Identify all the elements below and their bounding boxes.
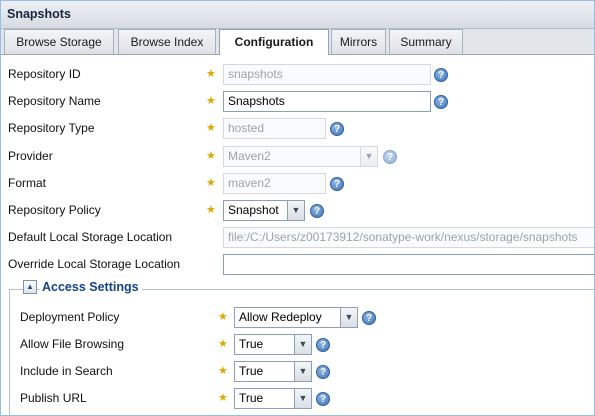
provider-label: Provider (8, 149, 53, 163)
help-icon[interactable]: ? (330, 122, 344, 136)
default-storage-field: file:/C:/Users/z00173912/sonatype-work/n… (223, 227, 594, 248)
publish-url-select[interactable]: True ▼ (234, 388, 312, 409)
repository-name-input[interactable]: Snapshots (223, 91, 431, 112)
chevron-down-icon[interactable]: ▼ (295, 334, 312, 355)
panel-header: Snapshots (1, 1, 594, 29)
chevron-down-icon[interactable]: ▼ (295, 388, 312, 409)
required-star-icon: ★ (218, 392, 228, 404)
chevron-down-icon: ▼ (361, 146, 378, 167)
required-star-icon: ★ (218, 338, 228, 350)
help-icon[interactable]: ? (383, 150, 397, 164)
configuration-form: Repository ID ★ snapshots ? Repository N… (1, 56, 594, 415)
repository-type-field: hosted (223, 118, 326, 139)
tab-configuration[interactable]: Configuration (219, 29, 329, 55)
repository-policy-select[interactable]: Snapshot ▼ (223, 200, 305, 221)
repository-policy-label: Repository Policy (8, 203, 101, 217)
chevron-down-icon[interactable]: ▼ (288, 200, 305, 221)
required-star-icon: ★ (206, 177, 216, 189)
deployment-policy-select[interactable]: Allow Redeploy ▼ (234, 307, 358, 328)
help-icon[interactable]: ? (330, 177, 344, 191)
override-storage-label: Override Local Storage Location (8, 257, 181, 271)
include-in-search-value: True (234, 361, 295, 382)
help-icon[interactable]: ? (362, 311, 376, 325)
publish-url-value: True (234, 388, 295, 409)
provider-select: Maven2 ▼ (223, 146, 378, 167)
help-icon[interactable]: ? (316, 338, 330, 352)
tab-browse-index[interactable]: Browse Index (118, 29, 216, 54)
required-star-icon: ★ (218, 365, 228, 377)
chevron-down-icon[interactable]: ▼ (341, 307, 358, 328)
allow-file-browsing-label: Allow File Browsing (20, 337, 125, 351)
tab-summary[interactable]: Summary (389, 29, 463, 54)
access-settings-legend[interactable]: Access Settings (40, 280, 142, 294)
format-field: maven2 (223, 173, 326, 194)
help-icon[interactable]: ? (316, 392, 330, 406)
panel-title: Snapshots (7, 7, 71, 21)
required-star-icon: ★ (206, 122, 216, 134)
deployment-policy-value: Allow Redeploy (234, 307, 341, 328)
include-in-search-select[interactable]: True ▼ (234, 361, 312, 382)
repository-id-field: snapshots (223, 64, 431, 85)
required-star-icon: ★ (206, 95, 216, 107)
help-icon[interactable]: ? (434, 95, 448, 109)
allow-file-browsing-select[interactable]: True ▼ (234, 334, 312, 355)
provider-value: Maven2 (223, 146, 361, 167)
repository-name-label: Repository Name (8, 94, 101, 108)
required-star-icon: ★ (206, 150, 216, 162)
help-icon[interactable]: ? (434, 68, 448, 82)
help-icon[interactable]: ? (316, 365, 330, 379)
tab-strip: Browse Storage Browse Index Configuratio… (1, 29, 594, 55)
default-storage-label: Default Local Storage Location (8, 230, 173, 244)
required-star-icon: ★ (206, 68, 216, 80)
required-star-icon: ★ (218, 311, 228, 323)
include-in-search-label: Include in Search (20, 364, 113, 378)
repository-type-label: Repository Type (8, 121, 95, 135)
deployment-policy-label: Deployment Policy (20, 310, 120, 324)
repository-window: Snapshots Browse Storage Browse Index Co… (0, 0, 595, 416)
publish-url-label: Publish URL (20, 391, 87, 405)
required-star-icon: ★ (206, 204, 216, 216)
format-label: Format (8, 176, 47, 190)
allow-file-browsing-value: True (234, 334, 295, 355)
repository-id-label: Repository ID (8, 67, 81, 81)
help-icon[interactable]: ? (310, 204, 324, 218)
tab-mirrors[interactable]: Mirrors (331, 29, 386, 54)
override-storage-input[interactable] (223, 254, 594, 275)
tab-browse-storage[interactable]: Browse Storage (4, 29, 114, 54)
collapse-icon[interactable]: ▲ (23, 280, 37, 294)
chevron-down-icon[interactable]: ▼ (295, 361, 312, 382)
repository-policy-value: Snapshot (223, 200, 288, 221)
